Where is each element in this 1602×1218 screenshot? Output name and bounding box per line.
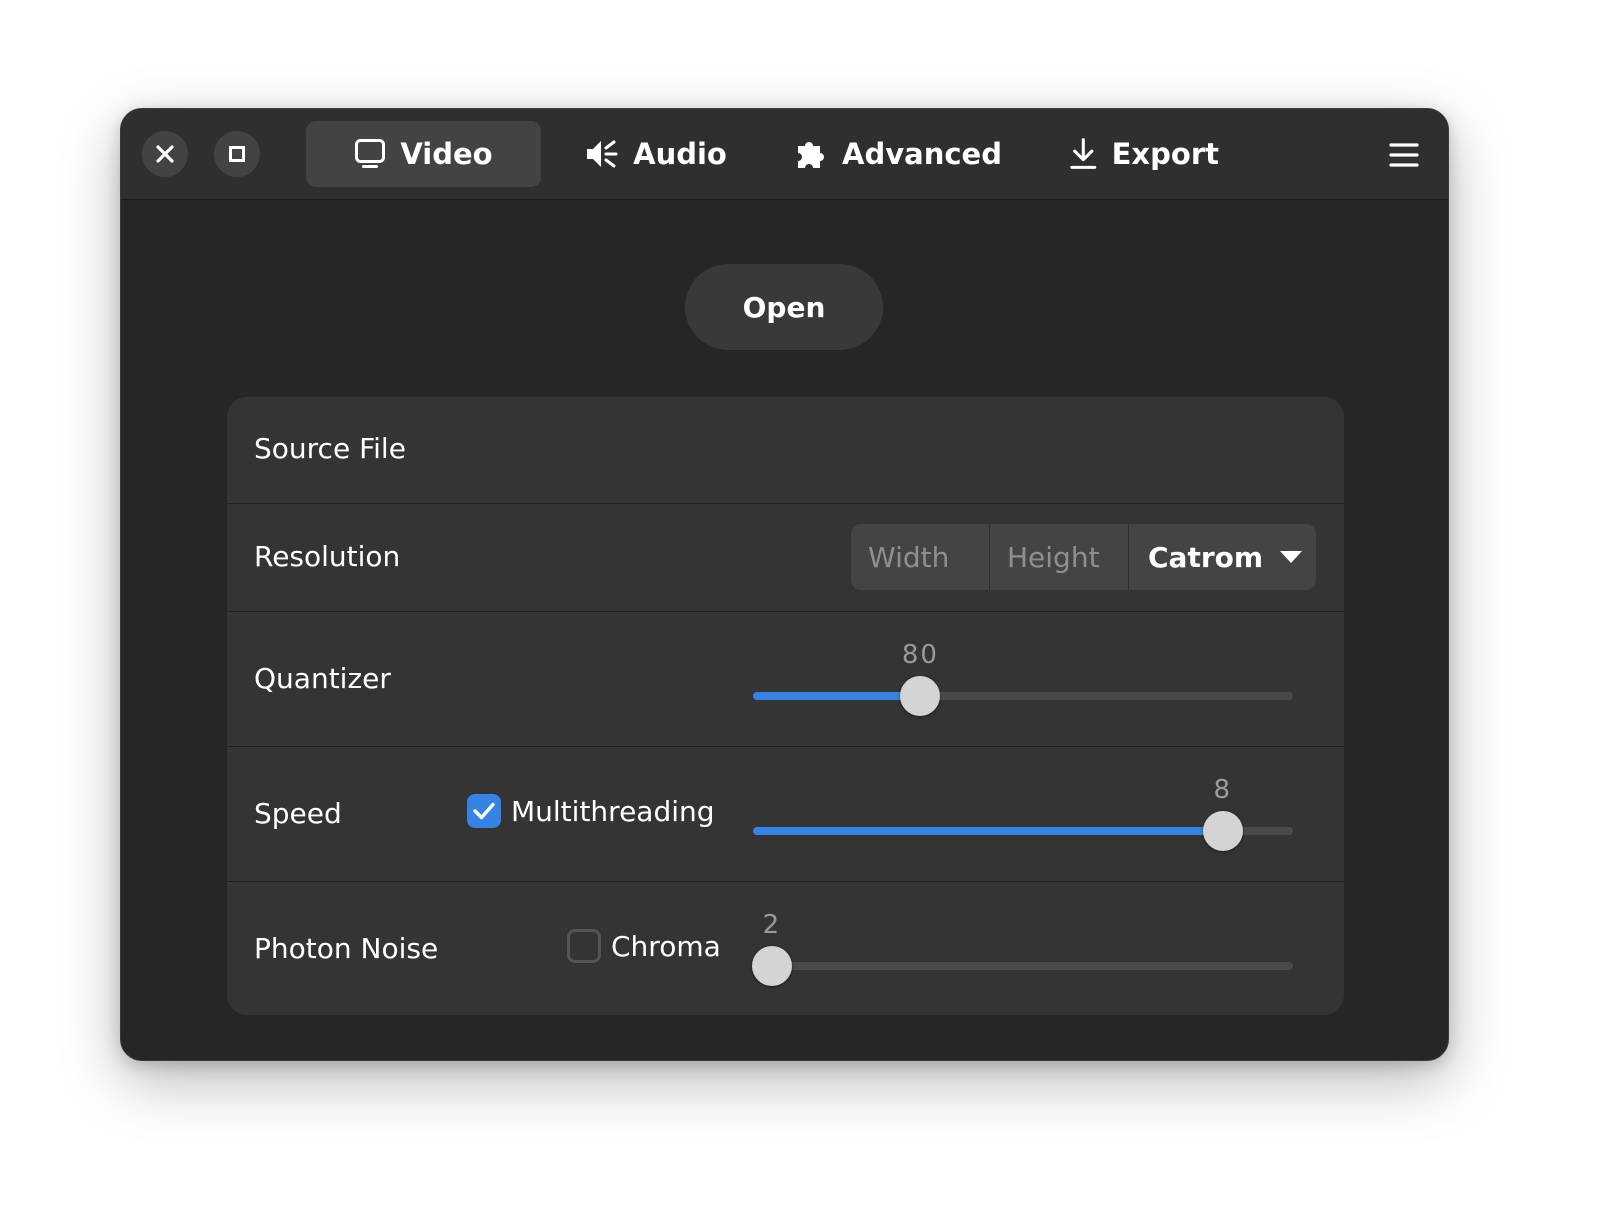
tab-video-label: Video xyxy=(400,137,493,171)
maximize-icon xyxy=(229,146,245,162)
tab-advanced-label: Advanced xyxy=(842,137,1002,171)
puzzle-icon xyxy=(798,142,825,168)
resolution-row: Resolution Width Height Catrom xyxy=(227,504,1344,612)
photon-noise-label: Photon Noise xyxy=(254,932,439,965)
checkmark-icon xyxy=(473,802,495,820)
dropdown-arrow-icon xyxy=(1280,551,1303,563)
close-button[interactable] xyxy=(142,131,188,177)
hamburger-menu-icon xyxy=(1389,143,1419,167)
header-bar: Video Audio Advanced Export xyxy=(121,109,1448,200)
multithreading-checkbox[interactable]: Multithreading xyxy=(467,794,715,828)
tab-audio[interactable]: Audio xyxy=(581,121,731,187)
speaker-icon xyxy=(587,140,618,168)
resolution-label: Resolution xyxy=(254,540,401,573)
speed-label: Speed xyxy=(254,797,342,830)
chroma-checkbox-box[interactable] xyxy=(567,929,601,963)
speed-row: Speed Multithreading 8 xyxy=(227,747,1344,882)
photon-noise-value: 2 xyxy=(762,910,782,940)
quantizer-slider[interactable]: 80 xyxy=(753,640,1293,716)
height-input[interactable]: Height xyxy=(990,524,1129,590)
multithreading-checkbox-box[interactable] xyxy=(467,794,501,828)
photon-noise-slider-knob[interactable] xyxy=(751,946,792,986)
source-file-row[interactable]: Source File xyxy=(227,397,1344,504)
width-input[interactable]: Width xyxy=(851,524,990,590)
source-file-label: Source File xyxy=(254,432,406,465)
scaler-dropdown[interactable]: Catrom xyxy=(1129,524,1316,590)
quantizer-label: Quantizer xyxy=(254,662,391,695)
speed-slider-fill xyxy=(753,827,1223,835)
quantizer-slider-fill xyxy=(753,692,921,700)
chroma-checkbox[interactable]: Chroma xyxy=(567,929,721,963)
tab-export-label: Export xyxy=(1111,137,1219,171)
multithreading-label: Multithreading xyxy=(511,794,715,828)
monitor-icon xyxy=(355,139,386,168)
tab-export[interactable]: Export xyxy=(1069,121,1219,187)
photon-noise-row: Photon Noise Chroma 2 xyxy=(227,882,1344,1015)
speed-slider[interactable]: 8 xyxy=(753,775,1293,851)
quantizer-slider-knob[interactable] xyxy=(900,676,941,716)
scaler-dropdown-value: Catrom xyxy=(1148,540,1264,574)
open-button[interactable]: Open xyxy=(685,264,883,350)
download-icon xyxy=(1070,138,1097,169)
quantizer-row: Quantizer 80 xyxy=(227,612,1344,747)
maximize-button[interactable] xyxy=(214,131,260,177)
resolution-controls: Width Height Catrom xyxy=(851,524,1316,590)
chroma-label: Chroma xyxy=(611,929,721,963)
close-icon xyxy=(156,145,174,163)
tab-advanced[interactable]: Advanced xyxy=(793,121,1003,187)
speed-slider-knob[interactable] xyxy=(1202,811,1243,851)
app-window: Video Audio Advanced Export Open Source … xyxy=(120,108,1449,1061)
settings-list: Source File Resolution Width Height Catr… xyxy=(227,397,1344,1015)
photon-noise-slider[interactable]: 2 xyxy=(751,910,1293,986)
main-menu-button[interactable] xyxy=(1381,134,1427,176)
quantizer-value: 80 xyxy=(901,640,939,670)
tab-video[interactable]: Video xyxy=(306,121,541,187)
speed-value: 8 xyxy=(1213,775,1233,805)
tab-audio-label: Audio xyxy=(633,137,727,171)
